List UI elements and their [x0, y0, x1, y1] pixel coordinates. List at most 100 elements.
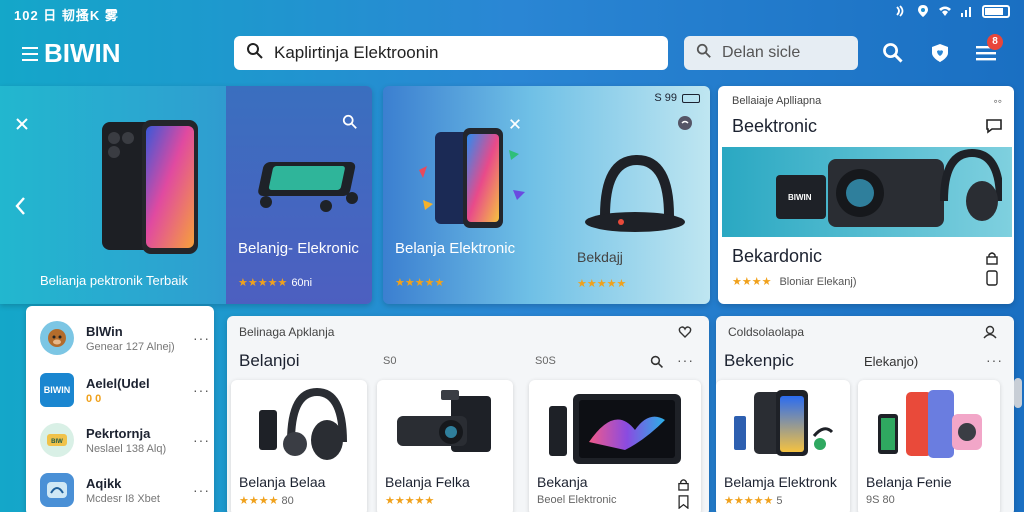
product-name: Bekanja — [537, 474, 588, 490]
wifi-icon — [938, 4, 952, 18]
sidebar-item-sub: Neslael 138 Alq) — [86, 442, 167, 455]
secondary-search-bar[interactable] — [684, 36, 858, 70]
sidebar-item-sub: Mcdesr I8 Xbet — [86, 492, 160, 505]
section-heading: Bekenpic — [724, 351, 794, 370]
more-options-icon[interactable]: ··· — [193, 330, 210, 346]
sidebar-item-biwin[interactable]: BlWin Genear 127 Alnej) ··· — [40, 316, 210, 360]
menu-button[interactable]: 8 — [971, 34, 1003, 68]
product-rating: ★★★★★ — [385, 494, 437, 507]
product-title: Bekdajj — [577, 249, 623, 265]
sidebar-item-aelel[interactable]: BIWIN Aelel(Udel 0 0 ··· — [40, 368, 210, 412]
sidebar-item-pekrtornja[interactable]: BIW Pekrtornja Neslael 138 Alq) ··· — [40, 418, 210, 462]
search-icon[interactable] — [647, 352, 667, 372]
app-icon — [40, 473, 74, 507]
sidebar-item-sub: Genear 127 Alnej) — [86, 340, 175, 353]
product-rating-value: 9S 80 — [866, 494, 895, 506]
heart-shield-icon — [932, 44, 948, 62]
banner-brand: BIWIN — [788, 193, 812, 202]
phones-camera-icon — [878, 390, 982, 458]
mock-status-text: S 99 — [654, 92, 677, 104]
menu-icon[interactable] — [22, 46, 38, 61]
notification-badge: 8 — [987, 34, 1003, 50]
star-rating-icon: ★★★★ — [732, 276, 772, 288]
favorites-button[interactable] — [925, 38, 955, 68]
rating-value: 60ni — [291, 277, 313, 289]
more-options-icon[interactable]: ··· — [193, 382, 210, 398]
chat-icon[interactable] — [984, 116, 1004, 136]
camera-headphone-icon — [259, 387, 347, 460]
nfc-icon — [894, 4, 908, 18]
hero-rating: ★★★★★ 60ni — [238, 273, 312, 291]
product-card[interactable]: Bekanja Beoel Elektronic — [529, 380, 701, 512]
more-icon[interactable]: ◦◦ — [993, 94, 1002, 108]
phones-icon — [734, 390, 834, 456]
rating-value: 80 — [281, 495, 294, 507]
secondary-search-input[interactable] — [722, 44, 858, 62]
featured-product-card[interactable]: Bellaiaje Aplliapna ◦◦ Beektronic BIWIN … — [718, 86, 1014, 304]
section-meta-a: S0 — [383, 355, 397, 367]
product-section-bekenpic: Coldsolaolapa Bekenpic Elekanjo) ··· Bel… — [716, 316, 1014, 512]
sidebar-item-aqikk[interactable]: Aqikk Mcdesr I8 Xbet ··· — [40, 468, 210, 512]
brand-logo-icon: BIW — [40, 423, 74, 457]
favorite-icon[interactable] — [675, 322, 695, 342]
close-icon[interactable] — [12, 114, 32, 134]
section-subtitle: Belinaga Apklanja — [239, 325, 335, 339]
search-icon[interactable] — [340, 112, 360, 132]
sidebar-item-name: Aqikk — [86, 475, 122, 491]
star-rating-icon: ★★★★★ — [577, 278, 627, 290]
product-card[interactable]: Belanja Felka ★★★★★ — [377, 380, 513, 512]
chevron-left-icon[interactable] — [10, 196, 30, 216]
lock-icon[interactable] — [673, 474, 693, 494]
sidebar-item-name: Pekrtornja — [86, 425, 151, 441]
star-rating-icon: ★★★★★ — [385, 495, 435, 507]
hero-banner-phones[interactable]: Belianja pektronik Terbaik Belanjg- Elek… — [0, 86, 372, 304]
sidebar-item-sub: 0 0 — [86, 392, 102, 405]
product-name: Belanja Belaa — [239, 474, 326, 490]
product-name: Belamja Elektronk — [724, 474, 837, 490]
product-rating: ★★★★★ — [577, 274, 626, 292]
brand-name: BIWIN — [44, 38, 121, 68]
brand-logo[interactable]: BIWIN — [22, 38, 121, 69]
hero-banner-electronics[interactable]: S 99 Belanja Elektronic ★★★★★ Bekdajj ★★… — [383, 86, 710, 304]
brand-logo-icon: BIWIN — [40, 373, 74, 407]
product-name: Belanja Fenie — [866, 474, 952, 490]
product-section-belanjoi: Belinaga Apklanja Belanjoi S0 S0S ··· Be… — [227, 316, 709, 512]
product-rating: ★★★★ 80 — [239, 494, 294, 507]
search-input[interactable] — [274, 43, 668, 63]
search-bar[interactable] — [234, 36, 668, 70]
favorite-icon[interactable] — [675, 114, 695, 134]
hero-rating: ★★★★★ — [395, 273, 444, 291]
hero-title: Belanja Elektronic — [395, 240, 516, 257]
product-rating: ★★★★★ 5 — [724, 494, 782, 507]
search-button[interactable] — [878, 38, 908, 68]
battery-icon — [682, 93, 700, 103]
product-banner: BIWIN — [722, 147, 1012, 237]
search-icon — [883, 43, 903, 63]
mock-status-bar: S 99 — [654, 92, 700, 104]
more-options-icon[interactable]: ··· — [677, 352, 694, 368]
status-icons — [894, 4, 1010, 18]
speaker-icon — [397, 390, 491, 452]
more-options-icon[interactable]: ··· — [193, 432, 210, 448]
product-card[interactable]: Belanja Belaa ★★★★ 80 — [231, 380, 367, 512]
user-icon[interactable] — [980, 322, 1000, 342]
scrollbar[interactable] — [1014, 378, 1022, 408]
more-options-icon[interactable]: ··· — [986, 352, 1003, 368]
status-time: 102 日 韧搔K 雾 — [14, 8, 119, 23]
sidebar-item-name: BlWin — [86, 323, 123, 339]
search-icon — [246, 42, 264, 65]
star-rating-icon: ★★★★★ — [395, 277, 445, 289]
status-bar: 102 日 韧搔K 雾 — [0, 0, 1024, 26]
star-rating-icon: ★★★★ — [239, 495, 279, 507]
product-subtitle: Bloniar Elekanj) — [779, 275, 857, 288]
card-subtitle: Bellaiaje Aplliapna — [732, 95, 822, 107]
smartphone-image — [419, 128, 525, 228]
more-options-icon[interactable]: ··· — [193, 482, 210, 498]
product-name: Bekardonic — [732, 246, 823, 266]
bookmark-icon[interactable] — [673, 492, 693, 512]
lock-icon[interactable] — [982, 248, 1002, 268]
section-meta-b: S0S — [535, 355, 556, 367]
product-card[interactable]: Belanja Fenie 9S 80 — [858, 380, 1000, 512]
bookmark-icon[interactable] — [982, 268, 1002, 288]
product-card[interactable]: Belamja Elektronk ★★★★★ 5 — [716, 380, 850, 512]
